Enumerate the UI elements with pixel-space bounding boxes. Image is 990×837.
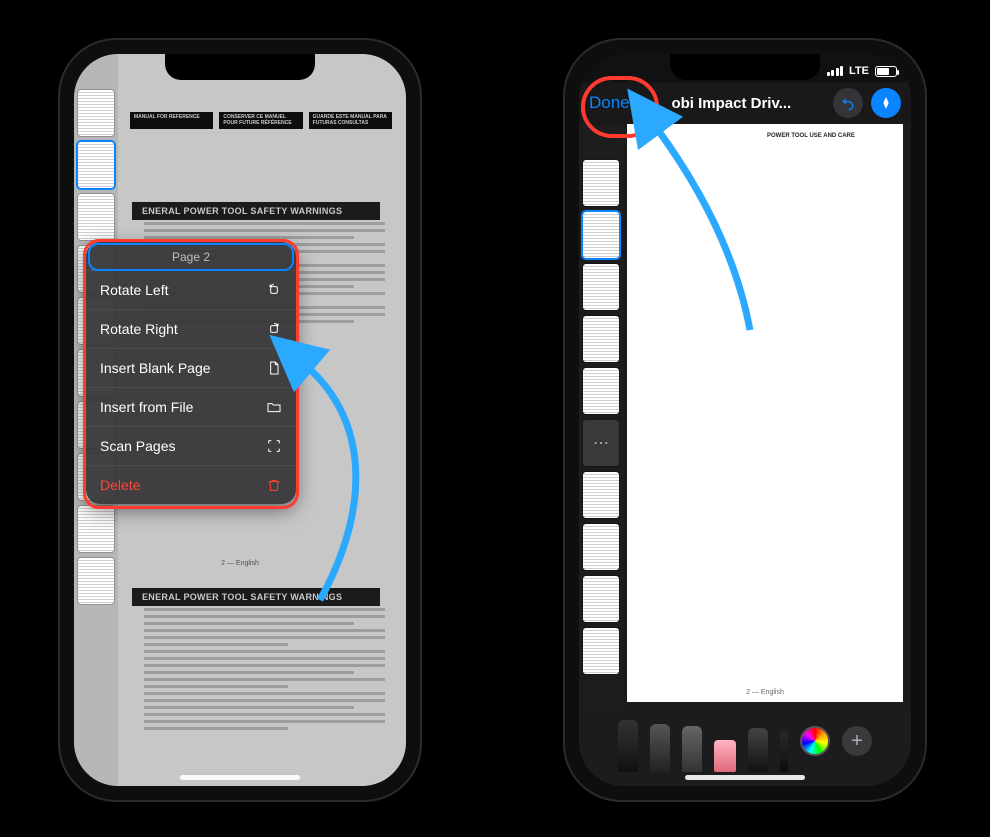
tool-pencil[interactable] [682,726,702,772]
document-body: ⋯ POWER TOOL USE AND CARE [579,124,911,710]
blank-page-icon [266,360,282,376]
network-label: LTE [849,65,869,77]
page-thumbnail[interactable] [583,160,619,206]
doc-page-footer: 2 — English [74,560,406,567]
scan-icon [266,438,282,454]
menu-item-label: Insert Blank Page [100,360,211,376]
page-thumbnail-selected[interactable] [78,142,114,188]
rotate-left-icon [266,282,282,298]
menu-item-label: Insert from File [100,399,193,415]
phone-screen-left: MANUAL FOR REFERENCE CONSERVER CE MANUEL… [74,54,406,786]
tool-pen[interactable] [618,720,638,772]
menu-item-insert-from-file[interactable]: Insert from File [86,388,296,427]
page-thumbnail[interactable] [583,368,619,414]
phone-screen-right: LTE Done obi Impact Driv... ⋯ [579,54,911,786]
doc-box: MANUAL FOR REFERENCE [130,112,213,129]
done-button[interactable]: Done [589,93,630,113]
menu-item-label: Rotate Right [100,321,178,337]
page-thumbnail[interactable] [583,576,619,622]
page-thumbnail[interactable] [78,90,114,136]
page-thumbnail[interactable] [78,194,114,240]
context-menu-header: Page 2 [86,242,296,271]
battery-icon [875,66,897,77]
home-indicator[interactable] [180,775,300,780]
home-indicator[interactable] [685,775,805,780]
undo-icon [840,95,856,111]
menu-item-rotate-left[interactable]: Rotate Left [86,271,296,310]
doc-page-footer: 2 — English [627,689,903,696]
folder-icon [266,399,282,415]
tool-ruler[interactable] [780,732,788,772]
menu-item-label: Scan Pages [100,438,176,454]
signal-icon [827,66,844,76]
page-thumbnail[interactable] [78,558,114,604]
page-thumbnail[interactable] [583,264,619,310]
trash-icon [266,477,282,493]
navigation-bar: Done obi Impact Driv... [579,82,911,124]
tool-marker[interactable] [650,724,670,772]
document-title: obi Impact Driv... [638,95,825,112]
page-thumbnail[interactable] [583,472,619,518]
menu-item-scan-pages[interactable]: Scan Pages [86,427,296,466]
page-thumbnail[interactable] [583,628,619,674]
page-context-menu: Page 2 Rotate Left Rotate Right Insert B… [86,242,296,504]
menu-item-delete[interactable]: Delete [86,466,296,504]
menu-item-label: Delete [100,477,140,493]
add-page-thumbnail-button[interactable]: ⋯ [583,420,619,466]
page-thumbnail-selected[interactable] [583,212,619,258]
page-thumbnail-strip[interactable]: ⋯ [579,124,623,710]
phone-mockup-right: LTE Done obi Impact Driv... ⋯ [565,40,925,800]
doc-box: GUARDE ESTE MANUAL PARA FUTURAS CONSULTA… [309,112,392,129]
page-thumbnail[interactable] [583,316,619,362]
color-picker-button[interactable] [800,726,830,756]
menu-item-label: Rotate Left [100,282,169,298]
markup-toggle-button[interactable] [871,88,901,118]
menu-item-insert-blank[interactable]: Insert Blank Page [86,349,296,388]
tool-lasso[interactable] [748,728,768,772]
pen-tip-icon [878,95,894,111]
notch [670,54,820,80]
doc-section-heading: POWER TOOL USE AND CARE [767,132,895,140]
tool-eraser[interactable] [714,740,736,772]
document-page[interactable]: POWER TOOL USE AND CARE 2 — English [627,124,903,702]
rotate-right-icon [266,321,282,337]
page-thumbnail[interactable] [78,506,114,552]
notch [165,54,315,80]
phone-mockup-left: MANUAL FOR REFERENCE CONSERVER CE MANUEL… [60,40,420,800]
page-thumbnail[interactable] [583,524,619,570]
doc-box: CONSERVER CE MANUEL POUR FUTURE RÉFÉRENC… [219,112,302,129]
menu-item-rotate-right[interactable]: Rotate Right [86,310,296,349]
add-shape-button[interactable]: + [842,726,872,756]
undo-button[interactable] [833,88,863,118]
